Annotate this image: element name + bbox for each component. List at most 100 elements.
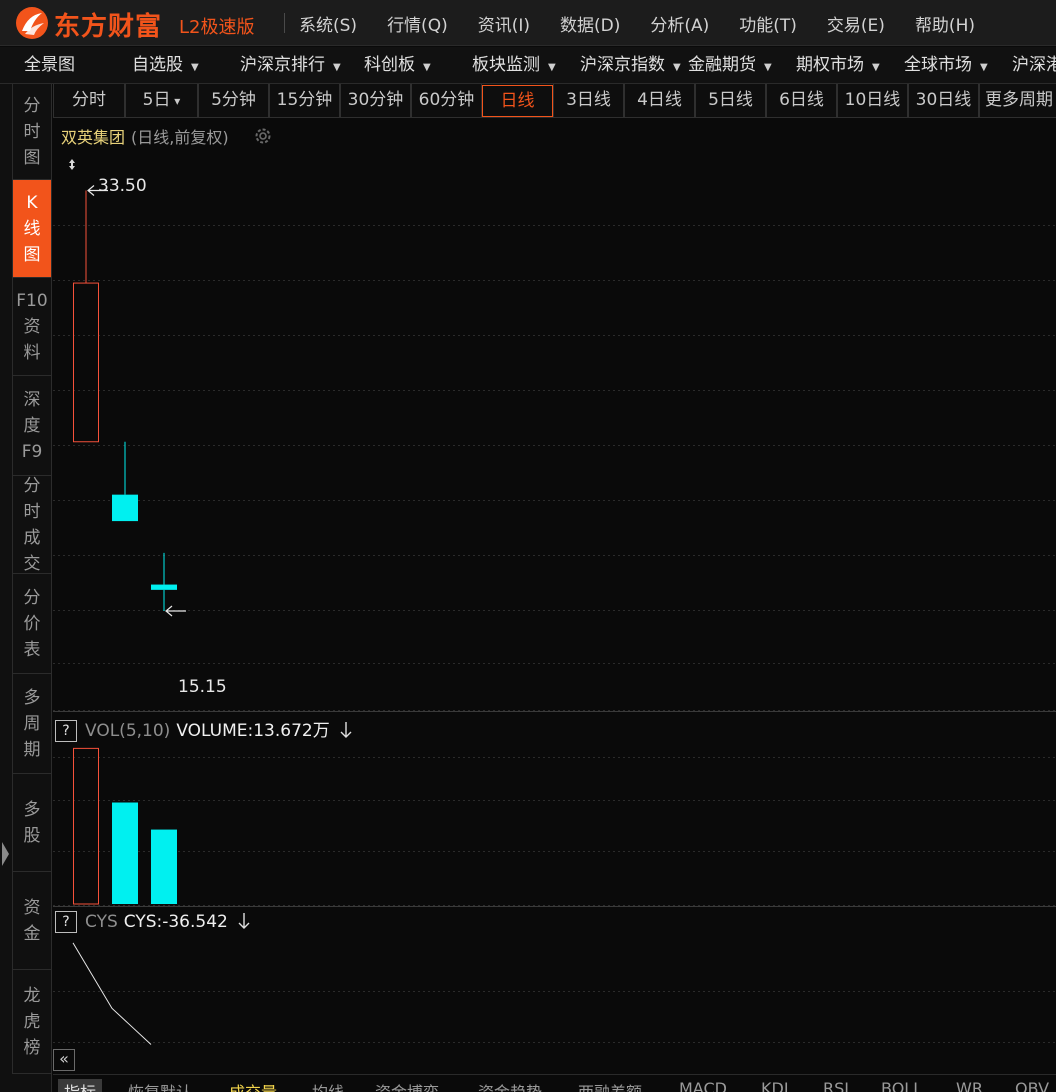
menu-item[interactable]: 资讯(I) bbox=[478, 11, 530, 36]
sidebar-tab[interactable]: 分价表 bbox=[12, 574, 51, 674]
sidebar-tab-char: 金 bbox=[23, 923, 41, 944]
nav-item[interactable]: 全球市场 ▼ bbox=[904, 47, 988, 83]
sidebar-tab-char: 周 bbox=[23, 713, 41, 734]
chart-mode[interactable]: (日线,前复权) bbox=[131, 128, 229, 147]
period-label: 10日线 bbox=[844, 90, 901, 110]
sidebar-tab[interactable]: 多股 bbox=[12, 774, 51, 872]
sidebar-tab[interactable]: 多周期 bbox=[12, 674, 51, 774]
period-tab[interactable]: 5日 ▾ bbox=[125, 84, 198, 118]
indicator-tab[interactable]: OBV bbox=[1015, 1079, 1049, 1092]
period-tab[interactable]: 3日线 bbox=[553, 84, 624, 118]
indicator-tab[interactable]: WR bbox=[956, 1079, 983, 1092]
sidebar-tab-char: 多 bbox=[23, 799, 41, 820]
period-tab[interactable]: 15分钟 bbox=[269, 84, 340, 118]
indicator-tab[interactable]: 两融差额 bbox=[578, 1079, 642, 1092]
period-tab[interactable]: 5日线 bbox=[695, 84, 766, 118]
sidebar-tab[interactable]: F10 资料 bbox=[12, 278, 51, 376]
volume-bar bbox=[112, 802, 138, 904]
nav-item[interactable]: 全景图 bbox=[24, 47, 75, 83]
period-label: 30分钟 bbox=[347, 90, 404, 110]
sidebar-tab[interactable]: 龙虎榜 bbox=[12, 970, 51, 1074]
period-tab[interactable]: 日线 bbox=[482, 85, 553, 117]
period-tab[interactable]: 4日线 bbox=[624, 84, 695, 118]
nav-item[interactable]: 沪深京排行 ▼ bbox=[240, 47, 341, 83]
vol-help-icon[interactable]: ? bbox=[55, 720, 77, 742]
chevron-down-icon: ▼ bbox=[673, 62, 681, 73]
menu-item[interactable]: 分析(A) bbox=[650, 11, 709, 36]
period-tab[interactable]: 10日线 bbox=[837, 84, 908, 118]
nav-item-label: 科创板 bbox=[364, 55, 415, 75]
cys-indicator-name[interactable]: CYS bbox=[85, 912, 118, 932]
period-tab[interactable]: 60分钟 bbox=[411, 84, 482, 118]
market-nav: 全景图 自选股 ▼ 沪深京排行 ▼ 科创板 ▼ 板块监测 ▼ 沪深京指数 ▼ 金融期货 ▼ 期权市场 ▼ 全球… bbox=[0, 47, 1056, 84]
indicator-tab[interactable]: 恢复默认 bbox=[128, 1079, 192, 1092]
nav-item-label: 自选股 bbox=[132, 55, 183, 75]
menu-item[interactable]: 交易(E) bbox=[827, 11, 885, 36]
cys-line-path bbox=[72, 942, 152, 1045]
sidebar-tab[interactable]: 深度 F9 bbox=[12, 376, 51, 476]
chevron-down-icon: ▼ bbox=[548, 62, 556, 73]
menu-separator bbox=[284, 13, 285, 33]
menu-item[interactable]: 数据(D) bbox=[560, 11, 620, 36]
sidebar-tab-char: 图 bbox=[23, 147, 41, 168]
vol-down-arrow-icon bbox=[340, 722, 352, 738]
sidebar-tab-char: F9 bbox=[21, 441, 43, 462]
title-bar: 东方财富 L2极速版 系统(S) 行情(Q) 资讯(I) 数据(D) 分析(A) 功能(T… bbox=[0, 0, 1056, 46]
period-tab[interactable]: 5分钟 bbox=[198, 84, 269, 118]
scroll-left-icon[interactable]: « bbox=[53, 1049, 75, 1071]
menu-item[interactable]: 帮助(H) bbox=[915, 11, 975, 36]
period-tab[interactable]: 6日线 bbox=[766, 84, 837, 118]
sidebar-collapse-icon[interactable] bbox=[2, 842, 9, 866]
nav-item[interactable]: 金融期货 ▼ bbox=[688, 47, 772, 83]
sidebar-tab-char: 分 bbox=[23, 95, 41, 116]
sidebar-tab-char: 交 bbox=[23, 553, 41, 574]
sidebar-tab-char: 分 bbox=[23, 475, 41, 496]
period-tab[interactable]: 30分钟 bbox=[340, 84, 411, 118]
sidebar-tab-char: 时 bbox=[23, 121, 41, 142]
stock-title: 双英集团 (日线,前复权) bbox=[61, 124, 229, 148]
indicator-tab[interactable]: BOLL bbox=[881, 1079, 922, 1092]
sidebar-tab[interactable]: 资金 bbox=[12, 872, 51, 970]
app-logo-text: 东方财富 bbox=[54, 12, 163, 42]
menu-item[interactable]: 行情(Q) bbox=[387, 11, 448, 36]
indicator-tab[interactable]: 成交量 bbox=[229, 1079, 277, 1092]
indicator-tab[interactable]: RSI bbox=[823, 1079, 849, 1092]
nav-item[interactable]: 沪深港 bbox=[1012, 47, 1056, 83]
indicator-tab[interactable]: KDJ bbox=[761, 1079, 789, 1092]
nav-item[interactable]: 期权市场 ▼ bbox=[796, 47, 880, 83]
period-label: 5日 bbox=[142, 90, 171, 110]
nav-item[interactable]: 板块监测 ▼ bbox=[472, 47, 556, 83]
sidebar-tab[interactable]: 分时图 bbox=[12, 84, 51, 180]
nav-item[interactable]: 沪深京指数 ▼ bbox=[580, 47, 681, 83]
nav-item[interactable]: 自选股 ▼ bbox=[132, 47, 199, 83]
sidebar-tab-char: 分 bbox=[23, 587, 41, 608]
nav-item-label: 期权市场 bbox=[796, 55, 864, 75]
indicator-tab[interactable]: MACD bbox=[679, 1079, 727, 1092]
indicator-tabs: 指标 恢复默认 成交量 均线 资金博弈 资金趋势 两融差额 MACD KDJ RSI BOLL WR O… bbox=[53, 1074, 1056, 1092]
indicator-tab[interactable]: 指标 bbox=[58, 1079, 103, 1092]
period-tab[interactable]: 分时 bbox=[53, 84, 125, 118]
settings-gear-icon[interactable] bbox=[253, 126, 273, 146]
sidebar-tab-char: 榜 bbox=[23, 1037, 41, 1058]
period-label: 5日线 bbox=[708, 90, 753, 110]
period-tab[interactable]: 更多周期 bbox=[979, 84, 1056, 118]
period-label: 分时 bbox=[72, 90, 106, 110]
indicator-tab[interactable]: 均线 bbox=[312, 1079, 344, 1092]
menu-item[interactable]: 系统(S) bbox=[299, 11, 357, 36]
stock-name[interactable]: 双英集团 bbox=[61, 128, 125, 147]
nav-item[interactable]: 科创板 ▼ bbox=[364, 47, 431, 83]
sidebar-tab[interactable]: 分时成交 bbox=[12, 476, 51, 574]
main-menu: 系统(S) 行情(Q) 资讯(I) 数据(D) 分析(A) 功能(T) 交易(E) 帮助(H) bbox=[284, 0, 1005, 46]
vol-value: VOLUME:13.672万 bbox=[176, 721, 330, 741]
cys-help-icon[interactable]: ? bbox=[55, 911, 77, 933]
sidebar-tab-char: 价 bbox=[23, 613, 41, 634]
menu-item[interactable]: 功能(T) bbox=[739, 11, 797, 36]
period-tab[interactable]: 30日线 bbox=[908, 84, 979, 118]
indicator-tab[interactable]: 资金博弈 bbox=[375, 1079, 439, 1092]
chevron-down-icon: ▼ bbox=[764, 62, 772, 73]
sidebar-tab-char: 期 bbox=[23, 739, 41, 760]
indicator-tab[interactable]: 资金趋势 bbox=[478, 1079, 542, 1092]
vol-indicator-name[interactable]: VOL(5,10) bbox=[85, 721, 170, 741]
period-label: 6日线 bbox=[779, 90, 824, 110]
sidebar-tab[interactable]: K线图 bbox=[12, 180, 51, 278]
